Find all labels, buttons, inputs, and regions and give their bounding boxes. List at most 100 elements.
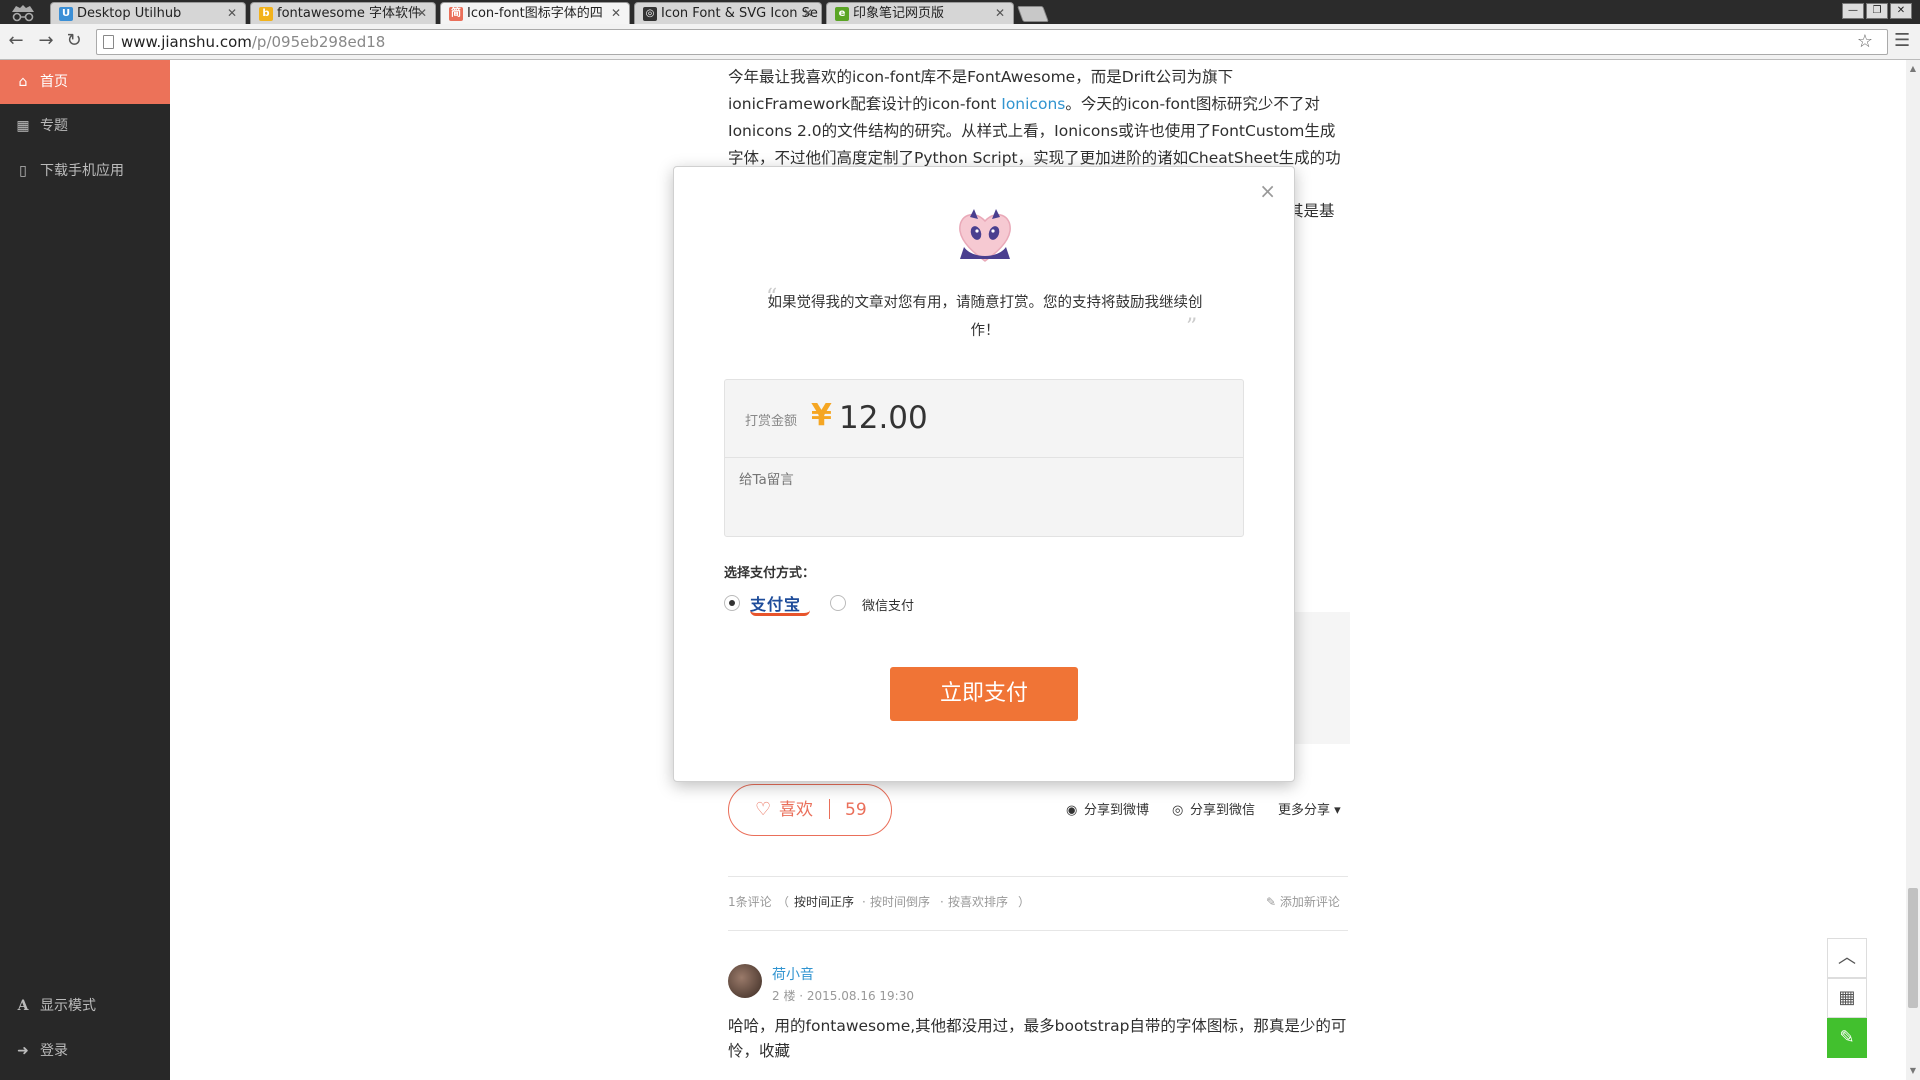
sidebar-item-home[interactable]: ⌂ 首页 (0, 60, 170, 104)
tab-desktop-utilhub[interactable]: U Desktop Utilhub ✕ (50, 2, 246, 24)
comment-count: 1条评论 (728, 895, 772, 909)
grid-icon: ▦ (16, 118, 30, 134)
scroll-to-top-button[interactable]: ︿ (1827, 938, 1867, 978)
tip-message: 如果觉得我的文章对您有用，请随意打赏。您的支持将鼓励我继续创作！ (767, 295, 1203, 339)
article-paragraph-fragment: 其是基 (1288, 202, 1335, 220)
sidebar-item-topics[interactable]: ▦ 专题 (0, 104, 170, 148)
wechat-icon: ◎ (1172, 803, 1184, 818)
code-block (1294, 612, 1350, 744)
browser-toolbar: ← → ↻ www.jianshu.com/p/095eb298ed18 ☆ (0, 24, 1920, 60)
tip-amount-box: 打赏金额 ¥ 12.00 (724, 379, 1244, 537)
sort-likes-link[interactable]: 按喜欢排序 (948, 894, 1008, 910)
tab-label: Desktop Utilhub (77, 6, 182, 21)
comment-author[interactable]: 荷小音 (772, 964, 814, 984)
browser-menu-icon[interactable]: ☰ (1894, 30, 1910, 51)
browser-tab-bar: U Desktop Utilhub ✕ b fontawesome 字体软件 ✕… (0, 0, 1920, 24)
tab-close-icon[interactable]: ✕ (611, 3, 621, 24)
restore-window-icon[interactable]: ❐ (1866, 3, 1888, 19)
font-icon: A (17, 998, 29, 1014)
qrcode-icon: ▦ (1838, 987, 1856, 1008)
pencil-icon: ✎ (1839, 1027, 1855, 1048)
tab-close-icon[interactable]: ✕ (417, 3, 427, 24)
sort-separator: · (940, 895, 944, 909)
tab-favicon: e (835, 7, 849, 21)
sort-open-paren: （ (777, 895, 790, 909)
sidebar-item-download-app[interactable]: ▯ 下载手机应用 (0, 149, 170, 193)
scroll-up-arrow-icon[interactable]: ▲ (1906, 62, 1920, 76)
like-button[interactable]: ♡ 喜欢 59 (728, 784, 892, 836)
amount-value[interactable]: 12.00 (839, 400, 928, 436)
reload-icon[interactable]: ↻ (64, 30, 84, 51)
sort-close-paren: ） (1018, 895, 1031, 909)
share-wechat-button[interactable]: ◎ 分享到微信 (1172, 802, 1255, 820)
tab-close-icon[interactable]: ✕ (227, 3, 237, 24)
pay-now-button[interactable]: 立即支付 (890, 667, 1078, 721)
add-comment-link[interactable]: ✎ 添加新评论 (1266, 894, 1340, 910)
tip-message-input[interactable] (739, 468, 1229, 528)
tab-favicon: ◎ (643, 7, 657, 21)
wechat-pay-radio[interactable] (830, 595, 846, 611)
back-arrow-icon[interactable]: ← (6, 30, 26, 51)
more-share-label: 更多分享 (1278, 803, 1331, 818)
tab-icon-font-article[interactable]: 简 Icon-font图标字体的四 ✕ (440, 2, 630, 24)
sort-time-asc-link[interactable]: 按时间正序 (794, 894, 854, 910)
forward-arrow-icon[interactable]: → (36, 30, 56, 51)
divider (728, 930, 1348, 931)
alipay-radio[interactable] (724, 595, 740, 611)
page-icon (103, 35, 114, 49)
tab-label: 印象笔记网页版 (853, 6, 945, 21)
amount-label: 打赏金额 (745, 414, 798, 429)
mascot-icon (959, 209, 1011, 262)
minimize-window-icon[interactable]: — (1842, 3, 1864, 19)
tab-favicon: 简 (449, 7, 463, 21)
more-share-dropdown[interactable]: 更多分享 ▾ (1278, 802, 1341, 820)
sidebar-item-display-mode[interactable]: A 显示模式 (0, 984, 170, 1028)
heart-icon: ♡ (755, 799, 772, 820)
tab-label: Icon Font & SVG Icon Se (661, 6, 818, 21)
alipay-swoosh (750, 610, 810, 616)
avatar[interactable] (728, 964, 762, 998)
tip-modal: × “ 如果觉得我的文章对您有用，请随意打赏。您的支持将鼓励我继续创作！ ” 打… (673, 166, 1295, 782)
sidebar-item-label: 显示模式 (40, 998, 96, 1014)
sidebar: ⌂ 首页 ▦ 专题 ▯ 下载手机应用 A 显示模式 ➜ 登录 (0, 60, 170, 1080)
scroll-down-arrow-icon[interactable]: ▼ (1906, 1064, 1920, 1078)
caret-down-icon: ▾ (1330, 803, 1341, 818)
sort-separator: · (862, 895, 866, 909)
tab-favicon: U (59, 7, 73, 21)
sidebar-item-label: 下载手机应用 (40, 163, 124, 179)
tab-fontawesome[interactable]: b fontawesome 字体软件 ✕ (250, 2, 436, 24)
comment-text: 哈哈，用的fontawesome,其他都没用过，最多bootstrap自带的字体… (728, 1017, 1347, 1060)
tab-close-icon[interactable]: ✕ (995, 3, 1005, 24)
tab-icon-font-svg[interactable]: ◎ Icon Font & SVG Icon Se ✕ (634, 2, 822, 24)
wechat-pay-label[interactable]: 微信支付 (862, 595, 914, 614)
add-comment-label: 添加新评论 (1279, 895, 1340, 909)
tab-label: Icon-font图标字体的四 (467, 6, 603, 21)
tab-close-icon[interactable]: ✕ (803, 3, 813, 24)
qrcode-button[interactable]: ▦ (1827, 978, 1867, 1018)
tab-evernote[interactable]: e 印象笔记网页版 ✕ (826, 2, 1014, 24)
url-path: /p/095eb298ed18 (251, 33, 386, 51)
close-icon[interactable]: × (1259, 179, 1276, 203)
tab-favicon: b (259, 7, 273, 21)
close-quote-icon: ” (1186, 315, 1198, 340)
share-weibo-label: 分享到微博 (1084, 803, 1150, 818)
like-label: 喜欢 (779, 800, 813, 820)
sidebar-item-login[interactable]: ➜ 登录 (0, 1029, 170, 1073)
share-weibo-button[interactable]: ◉ 分享到微博 (1066, 802, 1149, 820)
chevron-up-icon: ︿ (1838, 947, 1856, 968)
amount-row: 打赏金额 ¥ 12.00 (725, 380, 1243, 458)
share-wechat-label: 分享到微信 (1190, 803, 1256, 818)
comment-meta: 2 楼 · 2015.08.16 19:30 (772, 989, 914, 1003)
sidebar-item-label: 专题 (40, 118, 68, 134)
close-window-icon[interactable]: ✕ (1890, 3, 1912, 19)
weibo-icon: ◉ (1066, 803, 1078, 818)
ionicons-link[interactable]: Ionicons (1001, 95, 1065, 113)
like-separator (829, 799, 830, 819)
bookmark-star-icon[interactable]: ☆ (1857, 30, 1873, 54)
scrollbar-thumb[interactable] (1908, 888, 1918, 1008)
address-bar[interactable]: www.jianshu.com/p/095eb298ed18 ☆ (96, 29, 1888, 55)
sort-time-desc-link[interactable]: 按时间倒序 (870, 894, 930, 910)
write-button[interactable]: ✎ (1827, 1018, 1867, 1058)
new-tab-button[interactable] (1017, 6, 1049, 22)
login-icon: ➜ (17, 1043, 29, 1059)
